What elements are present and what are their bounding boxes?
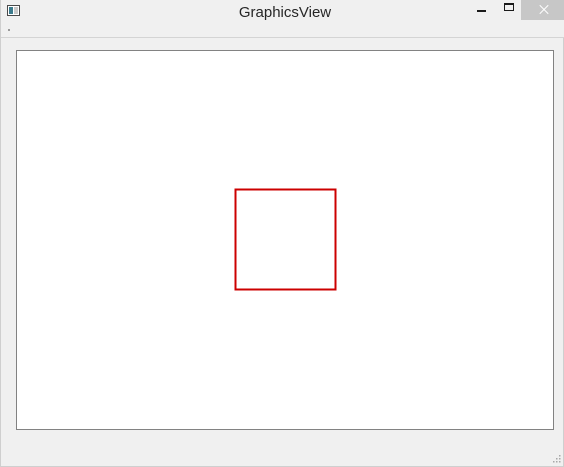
close-button[interactable] (521, 0, 564, 20)
maximize-button[interactable] (496, 0, 522, 20)
main-window: GraphicsView (0, 0, 564, 467)
size-grip-icon[interactable] (551, 453, 561, 463)
graphics-view[interactable] (16, 50, 554, 430)
toolbar (1, 25, 564, 38)
status-bar (1, 440, 564, 467)
title-bar[interactable]: GraphicsView (1, 0, 564, 25)
minimize-button[interactable] (469, 0, 495, 20)
scene-rect-item[interactable] (234, 188, 337, 291)
graphics-scene (234, 188, 337, 291)
toolbar-handle-icon[interactable] (8, 29, 10, 31)
